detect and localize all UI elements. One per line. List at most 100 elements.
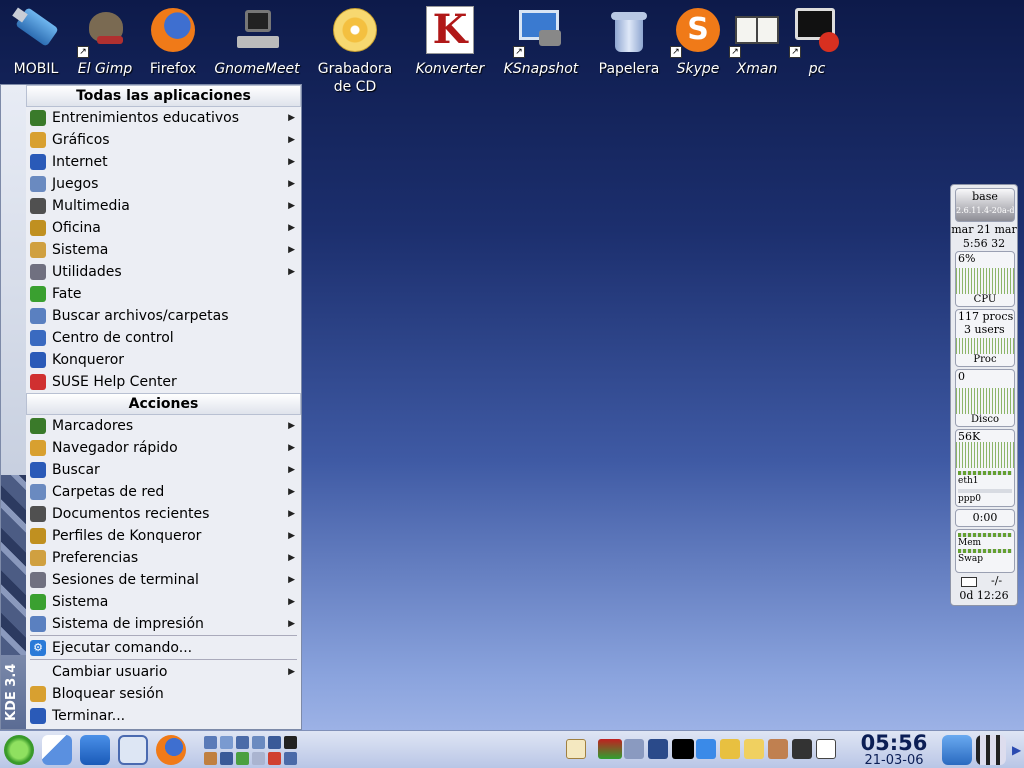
action-item[interactable]: Navegador rápido ▶ <box>26 437 301 459</box>
download-icon[interactable] <box>696 739 716 759</box>
action-item[interactable]: Sistema ▶ <box>26 591 301 613</box>
category-item[interactable]: Entrenimientos educativos ▶ <box>26 107 301 129</box>
category-item[interactable]: Sistema ▶ <box>26 239 301 261</box>
desktop-icon-cd-burner[interactable]: Grabadora de CD <box>310 6 400 96</box>
usb-drive-icon <box>12 6 60 54</box>
memory-block[interactable]: Mem Swap <box>955 529 1015 573</box>
quick-icon[interactable] <box>252 752 265 765</box>
action-item[interactable]: Buscar ▶ <box>26 459 301 481</box>
session-item[interactable]: Terminar... <box>26 705 301 727</box>
menu-item-label: Centro de control <box>52 330 174 346</box>
ksnapshot-icon: ↗ <box>513 6 565 58</box>
logout-icon <box>30 708 46 724</box>
action-item[interactable]: Preferencias ▶ <box>26 547 301 569</box>
security-icon[interactable] <box>720 739 740 759</box>
host-block[interactable]: base 2.6.11.4-20a-default <box>955 188 1015 222</box>
category-item[interactable]: Fate <box>26 283 301 305</box>
session-item[interactable]: Cambiar usuario ▶ <box>26 661 301 683</box>
quick-icon[interactable] <box>220 736 233 749</box>
eth1-row: eth1 <box>956 470 1014 486</box>
clock[interactable]: 05:56 21-03-06 <box>855 732 933 768</box>
terminal-monitor-icon[interactable] <box>672 739 694 759</box>
action-item[interactable]: Carpetas de red ▶ <box>26 481 301 503</box>
kde-version-label: KDE 3.4 <box>4 663 19 721</box>
category-item[interactable]: Gráficos ▶ <box>26 129 301 151</box>
pager-icon[interactable] <box>976 735 1006 765</box>
konverter-icon: K <box>426 6 474 54</box>
mail-icon[interactable] <box>961 577 977 587</box>
run-command-item[interactable]: ⚙ Ejecutar comando... <box>26 637 301 659</box>
multimedia-icon <box>30 198 46 214</box>
show-desktop-icon[interactable] <box>942 735 972 765</box>
disk-block[interactable]: 0 Disco <box>955 369 1015 427</box>
system-monitor-panel: base 2.6.11.4-20a-default mar 21 mar 5:5… <box>950 184 1018 606</box>
session-item[interactable]: Bloquear sesión <box>26 683 301 705</box>
mem-label: Mem <box>958 538 982 548</box>
network-status-icon[interactable] <box>598 739 622 759</box>
submenu-arrow-icon: ▶ <box>288 667 295 677</box>
mail-count: -/- <box>991 574 1003 587</box>
category-item[interactable]: SUSE Help Center <box>26 371 301 393</box>
quick-icon[interactable] <box>252 736 265 749</box>
date-line: mar 21 mar <box>951 223 1017 236</box>
network-block[interactable]: 56K eth1 ppp0 <box>955 429 1015 507</box>
category-item[interactable]: Utilidades ▶ <box>26 261 301 283</box>
action-item[interactable]: Marcadores ▶ <box>26 415 301 437</box>
volume-icon[interactable] <box>624 739 644 759</box>
display-icon[interactable] <box>648 739 668 759</box>
terminal-sessions-icon <box>30 572 46 588</box>
firefox-launcher-icon[interactable] <box>156 735 186 765</box>
menu-item-label: Oficina <box>52 220 101 236</box>
quick-icon[interactable] <box>236 752 249 765</box>
category-item[interactable]: Centro de control <box>26 327 301 349</box>
shortcut-arrow-icon: ↗ <box>789 46 801 58</box>
menu-item-label: Utilidades <box>52 264 122 280</box>
action-item[interactable]: Sistema de impresión ▶ <box>26 613 301 635</box>
submenu-arrow-icon: ▶ <box>288 531 295 541</box>
quick-icon[interactable] <box>236 736 249 749</box>
action-item[interactable]: Documentos recientes ▶ <box>26 503 301 525</box>
quick-icon[interactable] <box>204 736 217 749</box>
quick-icon[interactable] <box>204 752 217 765</box>
quick-icon[interactable] <box>220 752 233 765</box>
cpu-block[interactable]: 6% CPU <box>955 251 1015 307</box>
run-command-icon: ⚙ <box>30 640 46 656</box>
quick-icon[interactable] <box>284 736 297 749</box>
lock-icon <box>30 686 46 702</box>
desktop-icon-firefox[interactable]: Firefox <box>128 6 218 78</box>
timer-block[interactable]: 0:00 <box>955 509 1015 527</box>
submenu-arrow-icon: ▶ <box>288 619 295 629</box>
submenu-arrow-icon: ▶ <box>288 223 295 233</box>
category-item[interactable]: Konqueror <box>26 349 301 371</box>
editor-launcher-icon[interactable] <box>42 735 72 765</box>
konqueror-launcher-icon[interactable] <box>118 735 148 765</box>
action-item[interactable]: Sesiones de terminal ▶ <box>26 569 301 591</box>
desktop-icon-label: pc <box>808 61 826 77</box>
home-folder-icon[interactable] <box>80 735 110 765</box>
category-item[interactable]: Internet ▶ <box>26 151 301 173</box>
category-item[interactable]: Juegos ▶ <box>26 173 301 195</box>
office-icon <box>30 220 46 236</box>
desktop-icon-konverter[interactable]: K Konverter <box>405 6 495 78</box>
category-item[interactable]: Multimedia ▶ <box>26 195 301 217</box>
desktop-icon-ksnapshot[interactable]: ↗ KSnapshot <box>496 6 586 78</box>
menu-item-label: Documentos recientes <box>52 506 210 522</box>
trash-icon <box>605 6 653 54</box>
proc-block[interactable]: 117 procs 3 users Proc <box>955 309 1015 367</box>
action-item[interactable]: Perfiles de Konqueror ▶ <box>26 525 301 547</box>
category-item[interactable]: Oficina ▶ <box>26 217 301 239</box>
desktop-icon-pc[interactable]: ↗ pc <box>772 6 862 78</box>
user-icon[interactable] <box>792 739 812 759</box>
k-menu-button[interactable] <box>4 735 34 765</box>
desktop-icon-gnomemeet[interactable]: GnomeMeet <box>212 6 302 78</box>
mail-notifier-icon[interactable] <box>816 739 836 759</box>
category-item[interactable]: Buscar archivos/carpetas <box>26 305 301 327</box>
quick-icon[interactable] <box>284 752 297 765</box>
quick-icon[interactable] <box>268 736 281 749</box>
klipper-icon[interactable] <box>566 739 586 759</box>
taskbar-expand-arrow[interactable]: ▶ <box>1012 743 1021 757</box>
notes-icon[interactable] <box>744 739 764 759</box>
paint-icon[interactable] <box>768 739 788 759</box>
menu-item-label: Perfiles de Konqueror <box>52 528 202 544</box>
quick-icon[interactable] <box>268 752 281 765</box>
